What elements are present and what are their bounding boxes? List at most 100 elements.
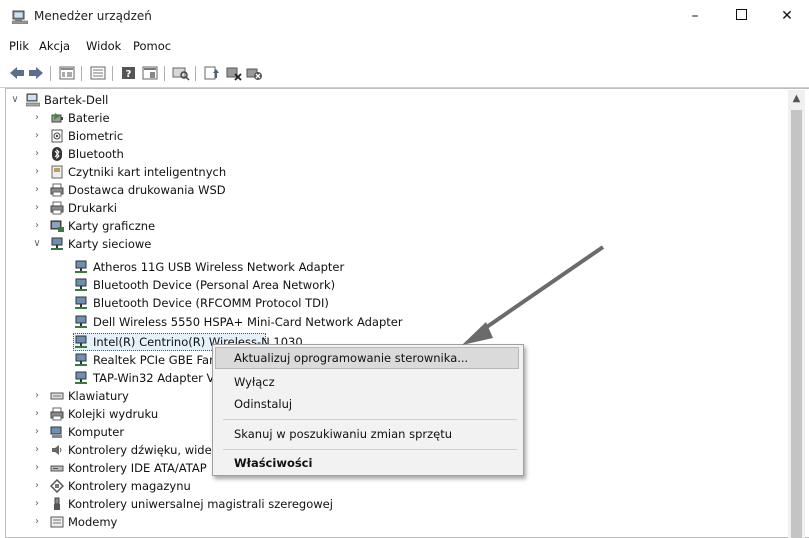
- tree-category-label: Kontrolery IDE ATA/ATAP: [68, 461, 207, 475]
- printer-icon: [50, 201, 64, 215]
- menu-pomoc[interactable]: Pomoc: [133, 39, 171, 53]
- tree-category[interactable]: › Kontrolery uniwersalnej magistrali sze…: [22, 495, 422, 513]
- tree-category[interactable]: › Czytniki kart inteligentnych: [22, 163, 322, 181]
- tree-category[interactable]: › Kontrolery dźwięku, wide: [22, 441, 222, 459]
- tree-category-label: Klawiatury: [68, 389, 129, 403]
- device-manager-icon: [12, 10, 28, 24]
- tree-device[interactable]: Bluetooth Device (Personal Area Network): [74, 276, 474, 294]
- network-adapter-icon: [75, 315, 87, 328]
- scan-icon[interactable]: [172, 65, 190, 81]
- disable-menu-item[interactable]: Wyłącz: [213, 371, 523, 393]
- chevron-right-icon[interactable]: ›: [32, 127, 42, 145]
- tree-category[interactable]: › Biometric: [22, 127, 322, 145]
- tree-root[interactable]: ∨ Bartek-Dell: [10, 91, 310, 109]
- network-adapter-icon: [75, 371, 87, 384]
- tree-category[interactable]: › Kontrolery magazynu: [22, 477, 322, 495]
- tree-device-label: Realtek PCIe GBE Fam: [93, 353, 221, 367]
- tree-device[interactable]: Bluetooth Device (RFCOMM Protocol TDI): [74, 294, 474, 312]
- tree-category[interactable]: › Dostawca drukowania WSD: [22, 181, 322, 199]
- chevron-right-icon[interactable]: ›: [32, 459, 42, 477]
- title-bar: Menedżer urządzeń – ✕: [0, 0, 809, 34]
- modem-icon: [50, 516, 64, 528]
- display-adapter-icon: [50, 220, 64, 232]
- chevron-right-icon[interactable]: ›: [32, 145, 42, 163]
- chevron-right-icon[interactable]: ›: [32, 199, 42, 217]
- update-driver-menu-item[interactable]: Aktualizuj oprogramowanie sterownika...: [213, 347, 523, 369]
- tree-category-label: Biometric: [68, 129, 124, 143]
- help-icon[interactable]: ?: [120, 65, 138, 81]
- back-icon[interactable]: [8, 65, 26, 81]
- menu-widok[interactable]: Widok: [86, 39, 121, 53]
- chevron-right-icon[interactable]: ›: [32, 181, 42, 199]
- menu-separator: [223, 419, 517, 420]
- toolbar-separator: [81, 66, 82, 81]
- window-title: Menedżer urządzeń: [34, 9, 152, 23]
- tree-category[interactable]: › Klawiatury: [22, 387, 222, 405]
- update-driver-icon[interactable]: [203, 65, 221, 81]
- tree-category[interactable]: › Komputer: [22, 423, 222, 441]
- scroll-thumb[interactable]: [791, 110, 802, 538]
- ide-controller-icon: [50, 465, 64, 472]
- chevron-right-icon[interactable]: ›: [32, 163, 42, 181]
- disable-icon[interactable]: [225, 65, 243, 81]
- tree-category-label: Kontrolery magazynu: [68, 479, 191, 493]
- tree-category[interactable]: › Drukarki: [22, 199, 322, 217]
- tree-category[interactable]: › Kontrolery IDE ATA/ATAP: [22, 459, 222, 477]
- network-adapter-icon: [75, 353, 87, 366]
- close-button[interactable]: ✕: [764, 0, 809, 32]
- properties-menu-item[interactable]: Właściwości: [213, 452, 523, 474]
- scan-hardware-menu-item[interactable]: Skanuj w poszukiwaniu zmian sprzętu: [213, 423, 523, 445]
- tree-category[interactable]: › Kolejki wydruku: [22, 405, 222, 423]
- menu-separator: [223, 449, 517, 450]
- minimize-icon: –: [691, 8, 699, 24]
- chevron-right-icon[interactable]: ›: [32, 109, 42, 127]
- tree-category-expanded[interactable]: ∨ Karty sieciowe: [22, 235, 322, 253]
- forward-icon[interactable]: [27, 65, 45, 81]
- chevron-right-icon[interactable]: ›: [32, 405, 42, 423]
- chevron-right-icon[interactable]: ›: [32, 513, 42, 531]
- list-icon[interactable]: [89, 65, 107, 81]
- printer-icon: [50, 183, 64, 197]
- context-menu: Aktualizuj oprogramowanie sterownika... …: [212, 344, 524, 476]
- toolbar-separator: [50, 66, 51, 81]
- chevron-down-icon[interactable]: ∨: [10, 91, 20, 109]
- maximize-button[interactable]: [718, 0, 764, 32]
- chevron-right-icon[interactable]: ›: [32, 441, 42, 459]
- tree-category-label: Karty sieciowe: [68, 237, 152, 251]
- toolbar-separator: [164, 66, 165, 81]
- tree-device-label: TAP-Win32 Adapter V: [93, 371, 215, 385]
- bluetooth-icon: [52, 147, 62, 161]
- minimize-button[interactable]: –: [672, 0, 718, 32]
- chevron-right-icon[interactable]: ›: [32, 423, 42, 441]
- tree-category-label: Dostawca drukowania WSD: [68, 183, 226, 197]
- tree-category-label: Kontrolery dźwięku, wide: [68, 443, 212, 457]
- network-adapter-icon: [75, 278, 87, 291]
- view-icon[interactable]: [58, 65, 76, 81]
- tree-category[interactable]: › Modemy: [22, 513, 222, 531]
- svg-text:?: ?: [126, 69, 132, 80]
- tree-device-label: Bluetooth Device (RFCOMM Protocol TDI): [93, 296, 329, 310]
- uninstall-icon[interactable]: [245, 65, 263, 81]
- keyboard-icon: [50, 392, 64, 400]
- tree-category[interactable]: › Bluetooth: [22, 145, 322, 163]
- chevron-right-icon[interactable]: ›: [32, 477, 42, 495]
- scroll-up-icon[interactable]: ▲: [788, 92, 805, 106]
- tree-category-label: Karty graficzne: [68, 219, 156, 233]
- chevron-down-icon[interactable]: ∨: [32, 235, 42, 253]
- menu-akcja[interactable]: Akcja: [39, 39, 70, 53]
- tree-category[interactable]: › Karty graficzne: [22, 217, 322, 235]
- tree-device[interactable]: Atheros 11G USB Wireless Network Adapter: [74, 258, 474, 276]
- chevron-right-icon[interactable]: ›: [32, 387, 42, 405]
- tree-category-label: Bluetooth: [68, 147, 124, 161]
- chevron-right-icon[interactable]: ›: [32, 217, 42, 235]
- vertical-scrollbar[interactable]: ▲: [788, 90, 805, 538]
- tree-device[interactable]: Dell Wireless 5550 HSPA+ Mini-Card Netwo…: [74, 313, 474, 331]
- menu-plik[interactable]: Plik: [9, 39, 29, 53]
- properties-icon[interactable]: [141, 65, 159, 81]
- battery-icon: [51, 113, 63, 123]
- tree-device-label: Bluetooth Device (Personal Area Network): [93, 278, 336, 292]
- tree-category[interactable]: › Baterie: [22, 109, 322, 127]
- uninstall-menu-item[interactable]: Odinstaluj: [213, 393, 523, 415]
- chevron-right-icon[interactable]: ›: [32, 495, 42, 513]
- toolbar-separator: [195, 66, 196, 81]
